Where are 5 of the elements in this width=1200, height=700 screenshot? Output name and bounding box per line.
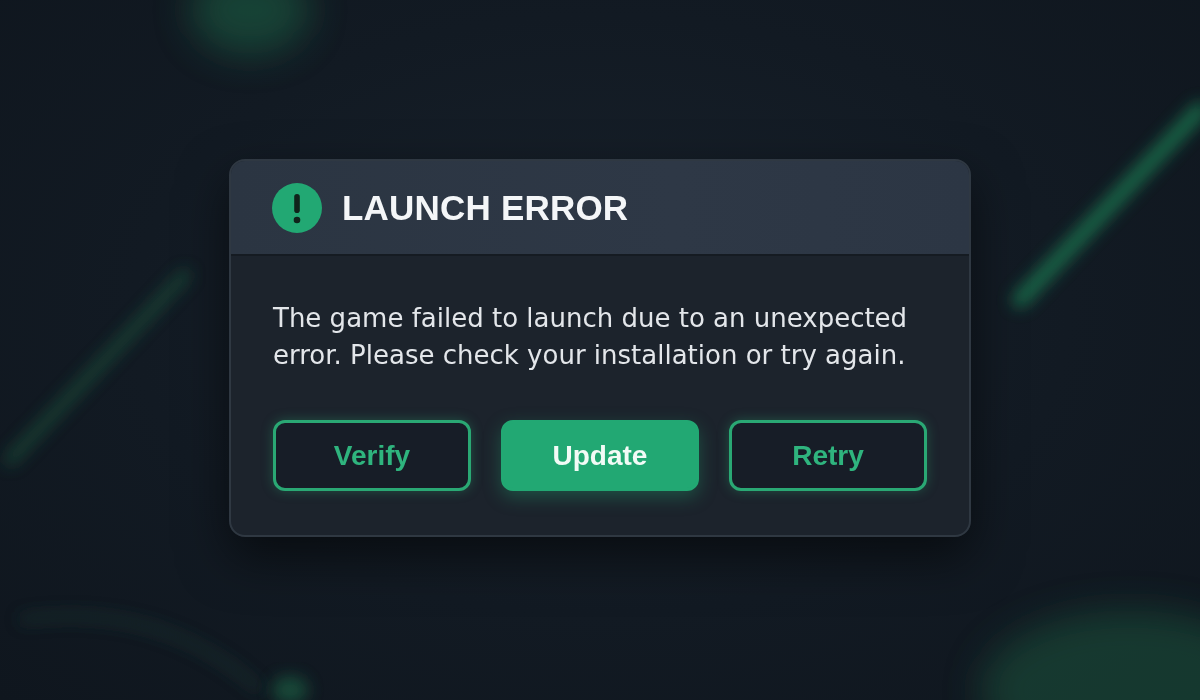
outline-button[interactable]: Retry	[729, 420, 927, 491]
dialog-title: LAUNCH ERROR	[342, 187, 629, 228]
outline-button[interactable]: Verify	[273, 420, 471, 491]
error-message: The game failed to launch due to an unexpected error. Please check your installation or try again.	[273, 302, 909, 372]
exclamation-icon	[272, 182, 322, 233]
